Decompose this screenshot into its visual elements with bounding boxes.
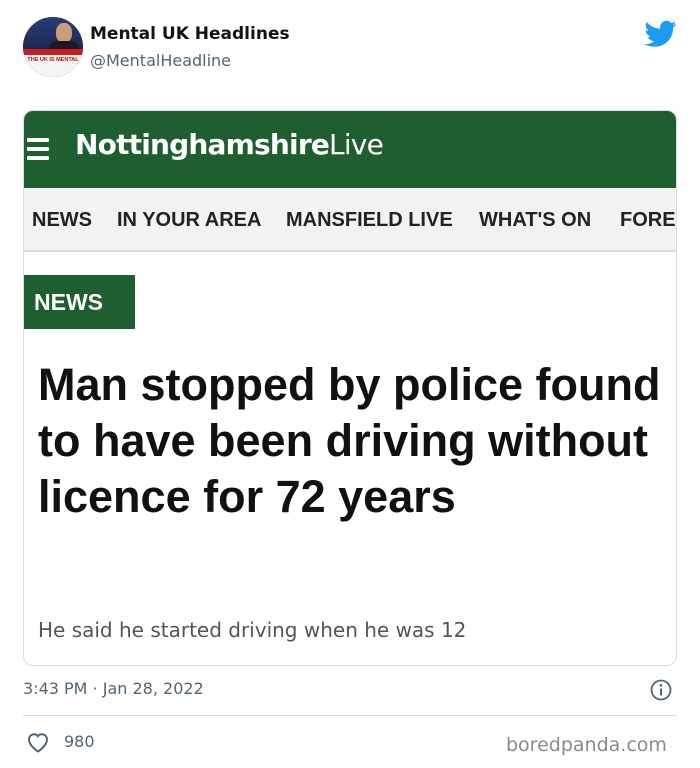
twitter-bird-icon[interactable] <box>645 20 677 48</box>
site-header-bar: NottinghamshireLive <box>24 111 676 188</box>
article-screenshot-card[interactable]: NottinghamshireLive NEWS IN YOUR AREA MA… <box>23 110 677 666</box>
user-handle[interactable]: @MentalHeadline <box>90 51 231 70</box>
site-logo[interactable]: NottinghamshireLive <box>75 128 384 161</box>
section-tag[interactable]: NEWS <box>24 275 135 329</box>
article-subhead: He said he started driving when he was 1… <box>38 618 467 642</box>
section-tag-label: NEWS <box>34 289 103 315</box>
tweet-header: THE UK IS MENTAL Mental UK Headlines @Me… <box>0 0 700 100</box>
article-headline: Man stopped by police found to have been… <box>38 359 661 522</box>
heart-icon[interactable] <box>26 731 50 753</box>
nav-item-in-your-area[interactable]: IN YOUR AREA <box>117 209 261 232</box>
avatar-caption: THE UK IS MENTAL <box>27 57 79 63</box>
nav-item-mansfield-live[interactable]: MANSFIELD LIVE <box>286 209 453 232</box>
divider <box>23 715 677 716</box>
tweet-timestamp[interactable]: 3:43 PM · Jan 28, 2022 <box>23 679 204 698</box>
nav-item-fore[interactable]: FORE <box>620 209 676 232</box>
hamburger-menu-icon[interactable] <box>27 138 49 160</box>
site-nav-bar: NEWS IN YOUR AREA MANSFIELD LIVE WHAT'S … <box>24 188 676 252</box>
nav-item-news[interactable]: NEWS <box>32 209 92 232</box>
watermark: boredpanda.com <box>506 734 667 756</box>
avatar-face <box>56 23 72 43</box>
site-name-bold: Nottinghamshire <box>75 128 330 161</box>
like-count[interactable]: 980 <box>64 732 95 751</box>
nav-item-whats-on[interactable]: WHAT'S ON <box>479 209 591 232</box>
site-name-light: Live <box>329 128 384 161</box>
info-icon[interactable] <box>650 679 672 701</box>
avatar[interactable]: THE UK IS MENTAL <box>23 17 83 77</box>
display-name[interactable]: Mental UK Headlines <box>90 24 290 44</box>
tweet-screenshot: THE UK IS MENTAL Mental UK Headlines @Me… <box>0 0 700 768</box>
